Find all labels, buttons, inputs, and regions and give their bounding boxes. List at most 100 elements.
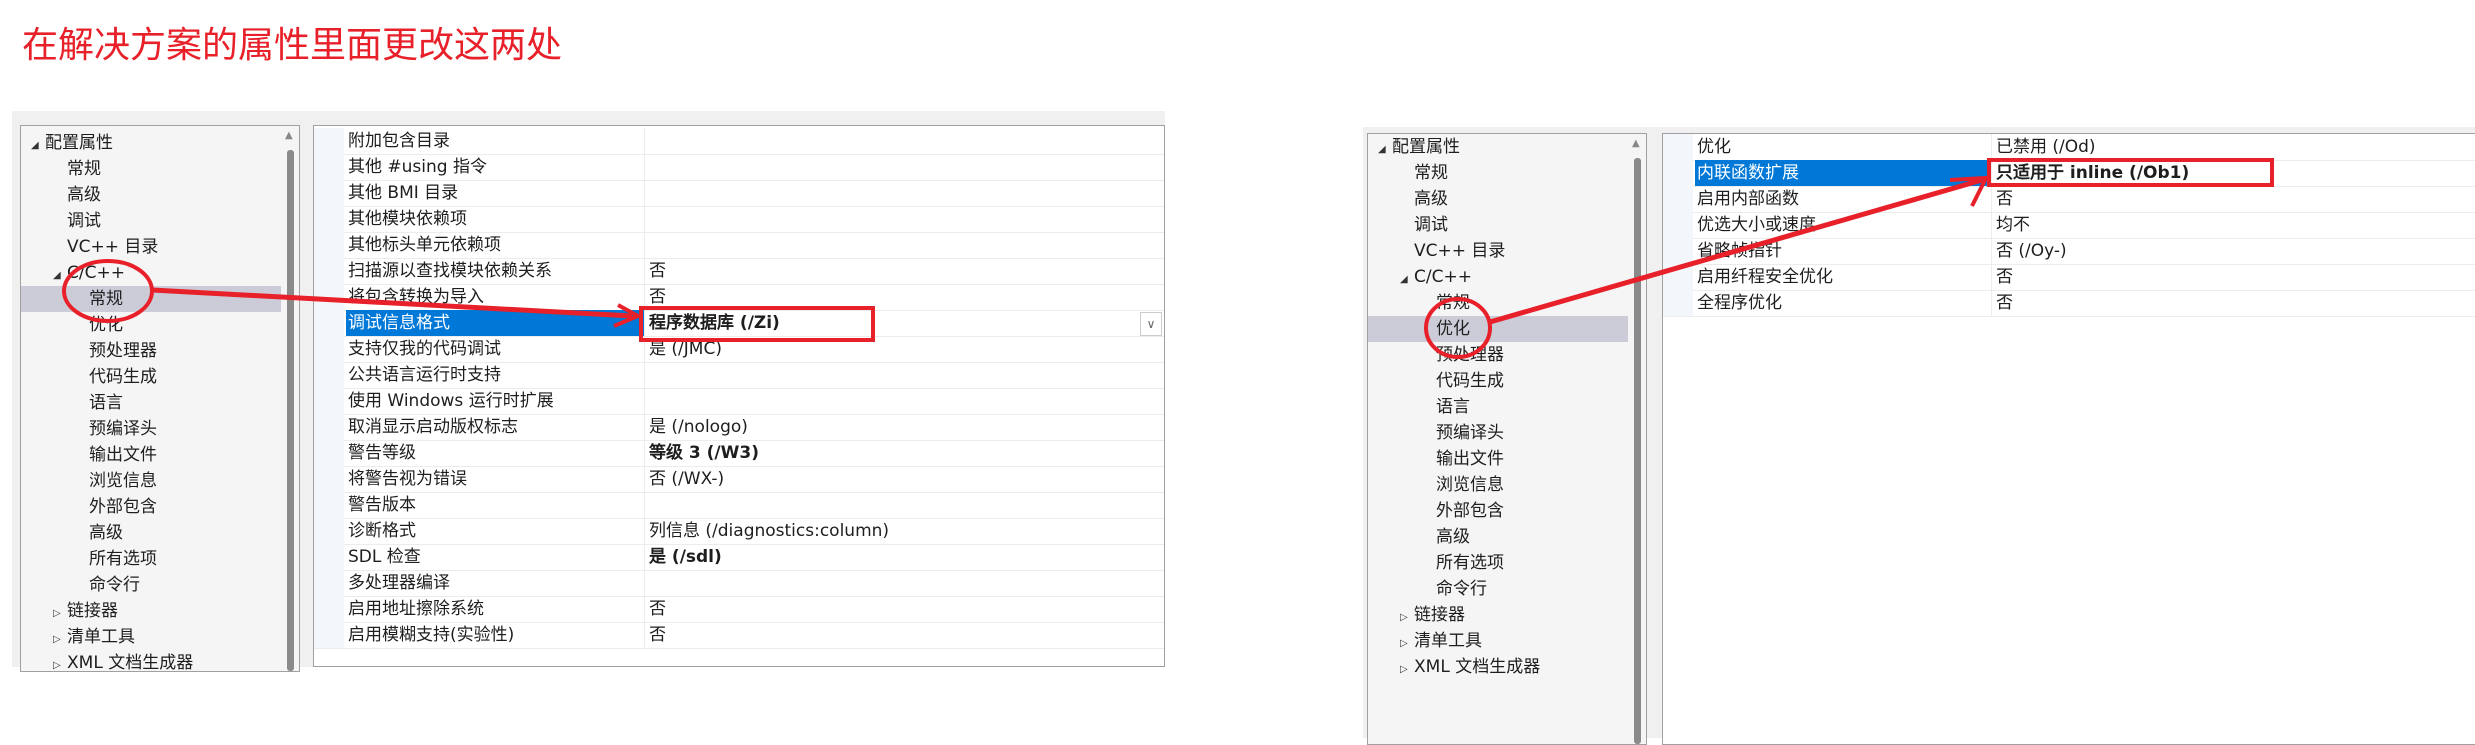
tree-item[interactable]: 调试 (21, 208, 281, 234)
property-row[interactable]: 使用 Windows 运行时扩展 (314, 388, 1164, 415)
property-value[interactable]: 等级 3 (/W3) (644, 440, 759, 466)
property-value[interactable]: 否 (644, 596, 666, 622)
scroll-up-icon[interactable]: ▲ (285, 130, 293, 141)
property-value[interactable] (644, 492, 649, 518)
property-value[interactable]: 否 (1991, 290, 2013, 316)
property-row[interactable]: 扫描源以查找模块依赖关系 否 (314, 258, 1164, 285)
property-value[interactable] (644, 362, 649, 388)
tree-item[interactable]: 命令行 (21, 572, 281, 598)
scrollbar-thumb[interactable] (287, 150, 294, 671)
tree-item[interactable]: 预处理器 (1368, 342, 1628, 368)
tree-item[interactable]: ▷ XML 文档生成器 (1368, 654, 1628, 680)
property-value[interactable]: 是 (/JMC) (644, 336, 722, 362)
property-value[interactable] (644, 154, 649, 180)
tree-item[interactable]: 所有选项 (1368, 550, 1628, 576)
tree-item[interactable]: ▷ 链接器 (21, 598, 281, 624)
property-row[interactable]: 内联函数扩展 只适用于 inline (/Ob1) (1663, 160, 2475, 187)
property-value[interactable]: 是 (/sdl) (644, 544, 722, 570)
tree-item[interactable]: 常规 (1368, 290, 1628, 316)
property-value[interactable]: 否 (/Oy-) (1991, 238, 2067, 264)
property-row[interactable]: 将警告视为错误 否 (/WX-) (314, 466, 1164, 493)
property-row[interactable]: 省略帧指针 否 (/Oy-) (1663, 238, 2475, 265)
property-row[interactable]: 其他模块依赖项 (314, 206, 1164, 233)
property-row[interactable]: 启用内部函数 否 (1663, 186, 2475, 213)
tree-item[interactable]: ▷ 清单工具 (1368, 628, 1628, 654)
tree-item[interactable]: 调试 (1368, 212, 1628, 238)
tree-item[interactable]: 代码生成 (21, 364, 281, 390)
tree-item[interactable]: 预编译头 (21, 416, 281, 442)
tree-item[interactable]: VC++ 目录 (21, 234, 281, 260)
tree-item[interactable]: 浏览信息 (21, 468, 281, 494)
tree-item[interactable]: 优化 (21, 312, 281, 338)
tree-item[interactable]: 输出文件 (21, 442, 281, 468)
tree-item[interactable]: 外部包含 (1368, 498, 1628, 524)
property-row[interactable]: 优化 已禁用 (/Od) (1663, 134, 2475, 161)
tree-item[interactable]: 常规 (1368, 160, 1628, 186)
property-value[interactable]: 只适用于 inline (/Ob1) (1991, 160, 2189, 186)
tree-item[interactable]: ▷ 链接器 (1368, 602, 1628, 628)
property-row[interactable]: 调试信息格式 程序数据库 (/Zi) ∨ (314, 310, 1164, 337)
property-row[interactable]: 启用模糊支持(实验性) 否 (314, 622, 1164, 649)
property-value[interactable]: 已禁用 (/Od) (1991, 134, 2096, 160)
tree-item[interactable]: 输出文件 (1368, 446, 1628, 472)
tree-item[interactable]: VC++ 目录 (1368, 238, 1628, 264)
tree-scrollbar[interactable]: ▲ (1628, 134, 1646, 744)
property-value[interactable] (644, 388, 649, 414)
tree-item[interactable]: 常规 (21, 156, 281, 182)
property-row[interactable]: 多处理器编译 (314, 570, 1164, 597)
property-row[interactable]: 其他 #using 指令 (314, 154, 1164, 181)
tree-item[interactable]: 高级 (1368, 524, 1628, 550)
scroll-up-icon[interactable]: ▲ (1632, 138, 1640, 149)
property-value[interactable] (644, 180, 649, 206)
property-value[interactable]: 是 (/nologo) (644, 414, 748, 440)
tree-item[interactable]: 高级 (21, 182, 281, 208)
property-row[interactable]: 公共语言运行时支持 (314, 362, 1164, 389)
property-value[interactable]: 列信息 (/diagnostics:column) (644, 518, 889, 544)
property-value[interactable]: 否 (644, 284, 666, 310)
tree-item[interactable]: 浏览信息 (1368, 472, 1628, 498)
property-value[interactable]: 否 (/WX-) (644, 466, 724, 492)
property-row[interactable]: 诊断格式 列信息 (/diagnostics:column) (314, 518, 1164, 545)
property-value[interactable] (644, 206, 649, 232)
tree-item[interactable]: 所有选项 (21, 546, 281, 572)
tree-item[interactable]: 语言 (1368, 394, 1628, 420)
property-value[interactable]: 否 (644, 258, 666, 284)
property-row[interactable]: 其他标头单元依赖项 (314, 232, 1164, 259)
tree-item[interactable]: 常规 (21, 286, 281, 312)
property-value[interactable] (644, 570, 649, 596)
tree-scrollbar[interactable]: ▲ (281, 126, 299, 671)
tree-item[interactable]: ◢ C/C++ (21, 260, 281, 286)
property-row[interactable]: 附加包含目录 (314, 128, 1164, 155)
tree-item[interactable]: 优化 (1368, 316, 1628, 342)
dropdown-chevron-icon[interactable]: ∨ (1140, 312, 1162, 336)
property-value[interactable] (644, 232, 649, 258)
tree-item[interactable]: 命令行 (1368, 576, 1628, 602)
tree-item[interactable]: ▷ XML 文档生成器 (21, 650, 281, 671)
tree-item[interactable]: 高级 (21, 520, 281, 546)
property-value[interactable]: 否 (644, 622, 666, 648)
tree-item[interactable]: 语言 (21, 390, 281, 416)
tree-item[interactable]: ▷ 清单工具 (21, 624, 281, 650)
expand-icon[interactable]: ▷ (53, 653, 67, 671)
property-row[interactable]: 启用地址擦除系统 否 (314, 596, 1164, 623)
tree-item[interactable]: 代码生成 (1368, 368, 1628, 394)
tree-item[interactable]: 预处理器 (21, 338, 281, 364)
property-row[interactable]: 其他 BMI 目录 (314, 180, 1164, 207)
property-row[interactable]: 支持仅我的代码调试 是 (/JMC) (314, 336, 1164, 363)
tree-item[interactable]: ◢ C/C++ (1368, 264, 1628, 290)
property-value[interactable]: 否 (1991, 264, 2013, 290)
tree-item[interactable]: 外部包含 (21, 494, 281, 520)
property-row[interactable]: 取消显示启动版权标志 是 (/nologo) (314, 414, 1164, 441)
property-row[interactable]: SDL 检查 是 (/sdl) (314, 544, 1164, 571)
scrollbar-thumb[interactable] (1634, 158, 1641, 744)
expand-icon[interactable]: ▷ (1400, 657, 1414, 683)
property-value[interactable]: 均不 (1991, 212, 2030, 238)
tree-item[interactable]: 高级 (1368, 186, 1628, 212)
property-value[interactable] (644, 128, 649, 154)
property-row[interactable]: 启用纤程安全优化 否 (1663, 264, 2475, 291)
tree-item[interactable]: ◢ 配置属性 (1368, 134, 1628, 160)
tree-item[interactable]: 预编译头 (1368, 420, 1628, 446)
property-value[interactable]: 否 (1991, 186, 2013, 212)
property-row[interactable]: 优选大小或速度 均不 (1663, 212, 2475, 239)
property-row[interactable]: 将包含转换为导入 否 (314, 284, 1164, 311)
